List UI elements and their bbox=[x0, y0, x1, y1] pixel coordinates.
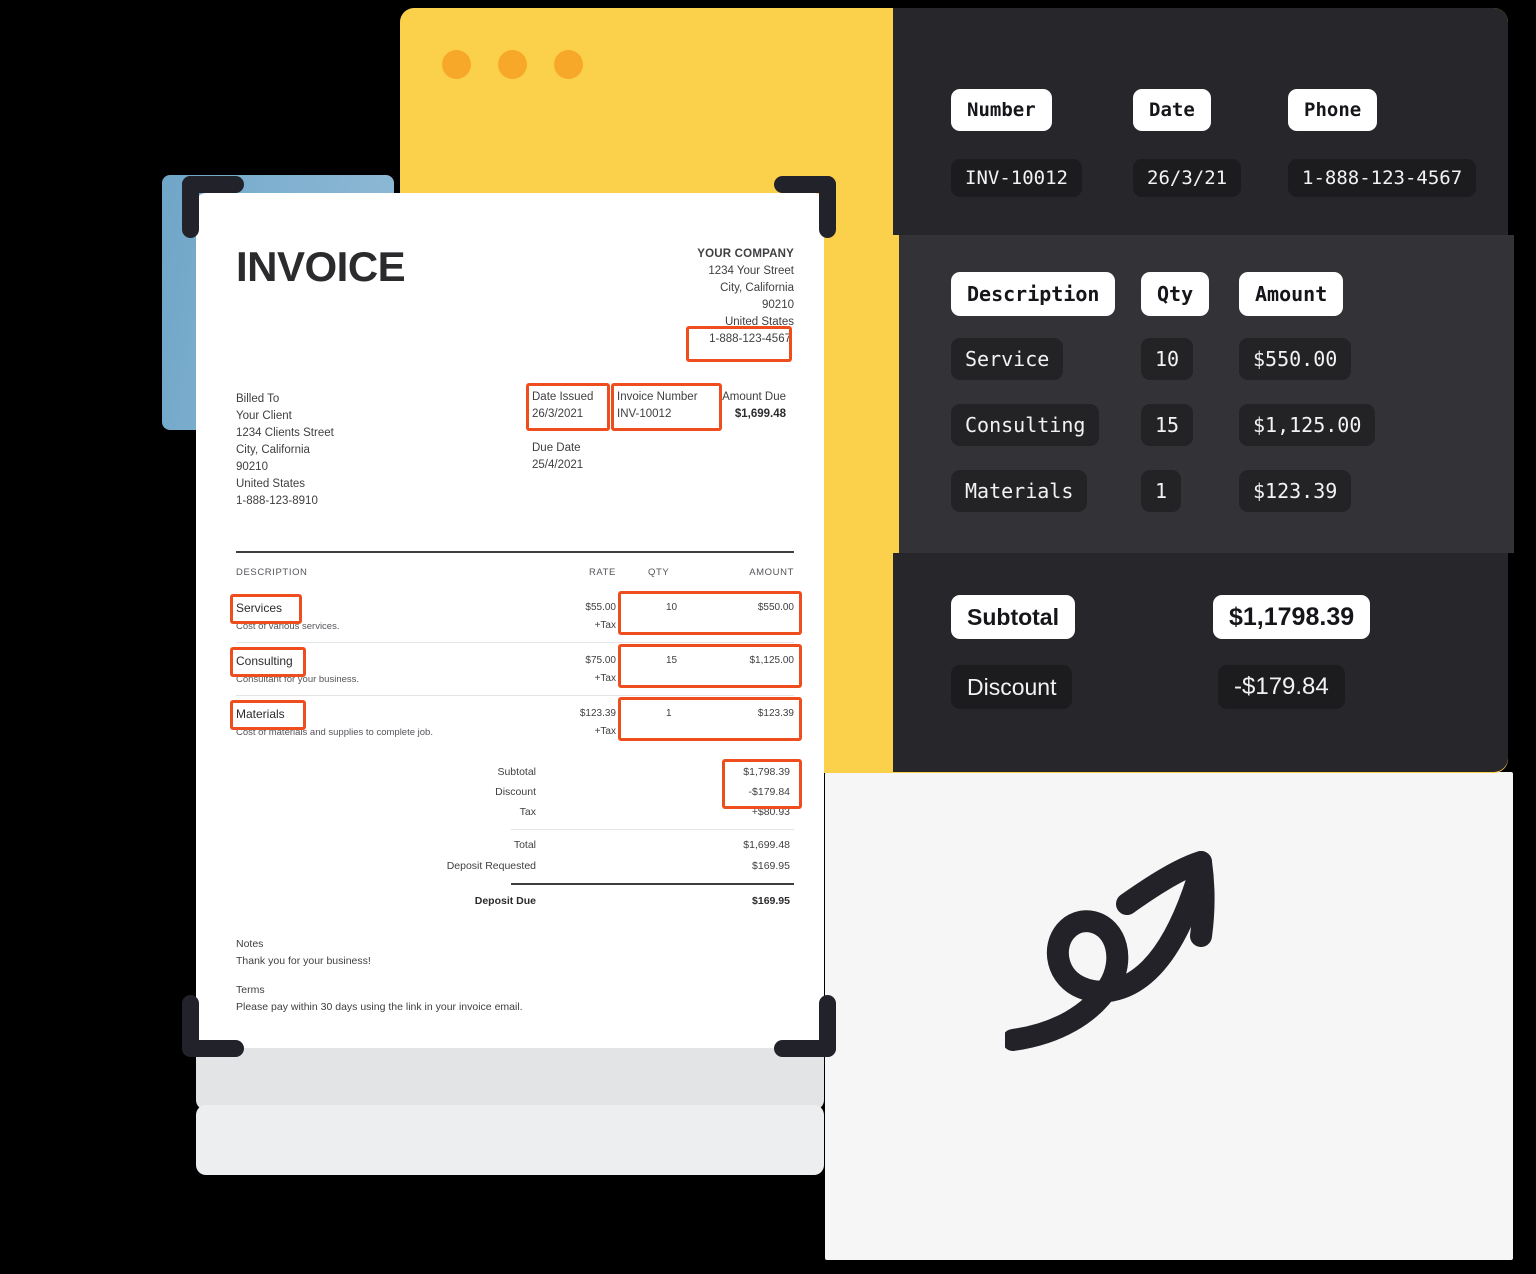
row-3-rate: $123.39 bbox=[579, 708, 616, 719]
billed-to-line-3: City, California bbox=[236, 444, 310, 456]
total-value-discount: -$179.84 bbox=[1218, 665, 1345, 709]
totals-divider-2 bbox=[511, 883, 794, 885]
extracted-totals-band: Subtotal $1,1798.39 Discount -$179.84 bbox=[893, 553, 1508, 772]
totals-discount-label: Discount bbox=[495, 786, 536, 798]
total-value-subtotal: $1,1798.39 bbox=[1213, 595, 1371, 639]
totals-divider-1 bbox=[511, 829, 794, 830]
table-header-qty: QTY bbox=[648, 567, 670, 578]
line-item-amount-2: $1,125.00 bbox=[1239, 404, 1376, 446]
notes-label: Notes bbox=[236, 938, 264, 950]
company-address-3: 90210 bbox=[762, 299, 794, 311]
billed-to-line-2: 1234 Clients Street bbox=[236, 427, 334, 439]
highlight-box-row-3-qty-amount bbox=[618, 697, 802, 741]
extracted-header-band: Number Date Phone INV-10012 26/3/21 1-88… bbox=[893, 8, 1508, 235]
billed-to-line-5: United States bbox=[236, 478, 306, 490]
column-header-description: Description bbox=[951, 272, 1116, 316]
line-item-amount-3: $123.39 bbox=[1239, 470, 1352, 512]
notes-block: Notes Thank you for your business! bbox=[236, 936, 371, 970]
extracted-line-items-band: Description Qty Amount Service 10 $550.0… bbox=[899, 235, 1514, 553]
traffic-light-dot-3[interactable] bbox=[554, 50, 583, 79]
company-block: YOUR COMPANY 1234 Your Street City, Cali… bbox=[697, 246, 794, 331]
billed-to-line-1: Your Client bbox=[236, 410, 292, 422]
highlight-box-row-2-name bbox=[230, 647, 306, 677]
totals-subtotal-label: Subtotal bbox=[497, 766, 536, 778]
stacked-card-back-1 bbox=[196, 1040, 824, 1110]
due-date-value: 25/4/2021 bbox=[532, 459, 584, 471]
column-header-amount: Amount bbox=[1239, 272, 1344, 316]
table-row-divider-2 bbox=[236, 695, 794, 696]
growth-arrow-icon bbox=[1002, 828, 1235, 1053]
totals-deposit-requested-label: Deposit Requested bbox=[446, 860, 536, 872]
terms-block: Terms Please pay within 30 days using th… bbox=[236, 982, 523, 1016]
row-3-tax: +Tax bbox=[594, 726, 616, 737]
row-2-tax: +Tax bbox=[594, 673, 616, 684]
total-label-discount: Discount bbox=[951, 665, 1073, 709]
line-item-qty-3: 1 bbox=[1141, 470, 1182, 512]
field-value-phone: 1-888-123-4567 bbox=[1288, 159, 1477, 197]
terms-label: Terms bbox=[236, 984, 265, 996]
table-top-rule bbox=[236, 551, 794, 553]
due-date-label: Due Date bbox=[532, 442, 581, 454]
line-item-description-1: Service bbox=[951, 338, 1064, 380]
totals-total-label: Total bbox=[513, 839, 536, 851]
highlight-box-row-3-name bbox=[230, 700, 306, 730]
composition-stage: Number Date Phone INV-10012 26/3/21 1-88… bbox=[0, 0, 1536, 1274]
line-item-qty-1: 10 bbox=[1141, 338, 1194, 380]
page-title: INVOICE bbox=[236, 243, 406, 290]
field-label-phone: Phone bbox=[1288, 89, 1378, 131]
line-item-amount-1: $550.00 bbox=[1239, 338, 1352, 380]
field-label-number: Number bbox=[951, 89, 1052, 131]
highlight-box-row-2-qty-amount bbox=[618, 644, 802, 688]
highlight-box-date-issued bbox=[526, 383, 610, 431]
window-traffic-lights bbox=[442, 50, 583, 79]
total-label-subtotal: Subtotal bbox=[951, 595, 1075, 639]
row-1-tax: +Tax bbox=[594, 620, 616, 631]
line-item-description-2: Consulting bbox=[951, 404, 1100, 446]
table-header-rate: RATE bbox=[588, 567, 616, 578]
totals-tax-label: Tax bbox=[519, 806, 536, 818]
row-1-rate: $55.00 bbox=[585, 602, 616, 613]
highlight-box-invoice-number bbox=[611, 383, 722, 431]
table-row-divider-1 bbox=[236, 642, 794, 643]
company-address-1: 1234 Your Street bbox=[708, 265, 794, 277]
field-value-number: INV-10012 bbox=[951, 159, 1082, 197]
table-header-description: DESCRIPTION bbox=[236, 567, 308, 578]
invoice-document: INVOICE YOUR COMPANY 1234 Your Street Ci… bbox=[196, 193, 824, 1048]
field-value-date: 26/3/21 bbox=[1133, 159, 1242, 197]
billed-to-line-6: 1-888-123-8910 bbox=[236, 495, 318, 507]
totals-deposit-due-label: Deposit Due bbox=[474, 895, 536, 907]
terms-text: Please pay within 30 days using the link… bbox=[236, 1001, 523, 1013]
company-name: YOUR COMPANY bbox=[697, 248, 794, 260]
highlight-box-phone bbox=[686, 326, 792, 362]
traffic-light-dot-2[interactable] bbox=[498, 50, 527, 79]
highlight-box-row-1-name bbox=[230, 594, 302, 624]
column-header-qty: Qty bbox=[1141, 272, 1210, 316]
billed-to-block: Billed To Your Client 1234 Clients Stree… bbox=[236, 391, 334, 510]
notes-text: Thank you for your business! bbox=[236, 955, 371, 967]
line-item-qty-2: 15 bbox=[1141, 404, 1194, 446]
due-date-block: Due Date 25/4/2021 bbox=[532, 440, 583, 474]
line-item-description-3: Materials bbox=[951, 470, 1088, 512]
traffic-light-dot-1[interactable] bbox=[442, 50, 471, 79]
billed-to-line-4: 90210 bbox=[236, 461, 268, 473]
highlight-box-subtotal-discount bbox=[722, 759, 802, 809]
table-header-amount: AMOUNT bbox=[749, 567, 794, 578]
billed-to-label: Billed To bbox=[236, 393, 280, 405]
totals-deposit-due-value: $169.95 bbox=[752, 895, 790, 907]
highlight-box-row-1-qty-amount bbox=[618, 591, 802, 635]
totals-total-value: $1,699.48 bbox=[743, 839, 790, 851]
stacked-card-back-2 bbox=[196, 1105, 824, 1175]
company-address-2: City, California bbox=[720, 282, 794, 294]
totals-deposit-requested-value: $169.95 bbox=[752, 860, 790, 872]
field-label-date: Date bbox=[1133, 89, 1211, 131]
row-2-rate: $75.00 bbox=[585, 655, 616, 666]
